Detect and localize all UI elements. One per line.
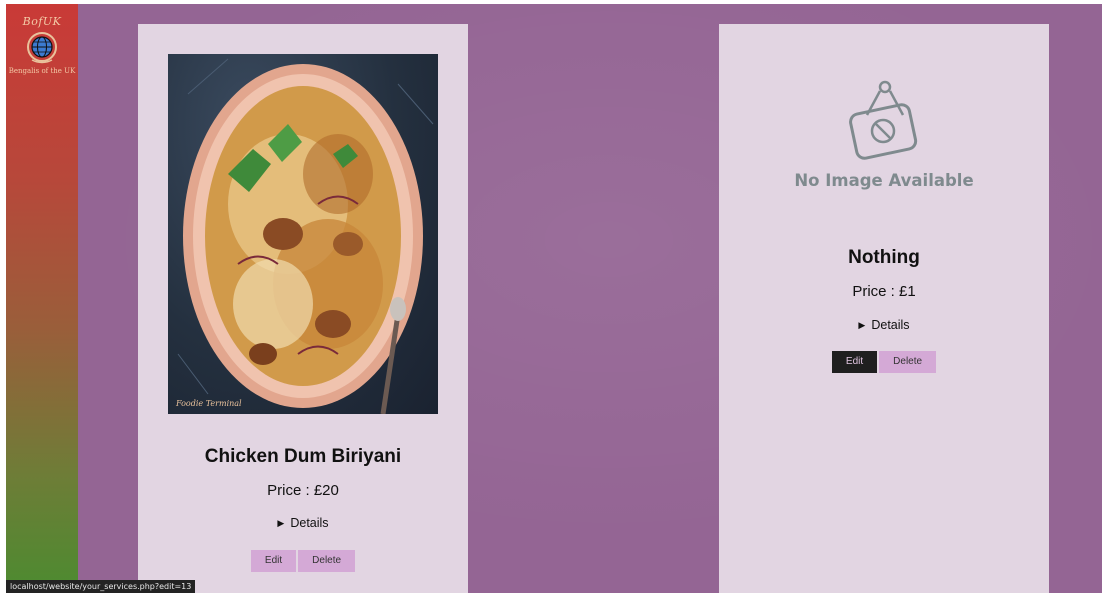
details-toggle[interactable]: ▶ Details <box>719 318 1049 332</box>
delete-button[interactable]: Delete <box>298 550 356 572</box>
service-title: Chicken Dum Biriyani <box>204 446 402 467</box>
biryani-image <box>177 58 434 414</box>
service-price: Price : £20 <box>267 482 339 499</box>
edit-button[interactable]: Edit <box>250 550 297 572</box>
logo-title: BofUK <box>22 15 62 28</box>
triangle-right-icon: ▶ <box>858 320 866 330</box>
globe-icon <box>27 32 57 64</box>
details-label: Details <box>871 318 910 332</box>
action-buttons: Edit Delete <box>138 550 468 572</box>
sidebar: BofUK Bengalis of the UK <box>6 4 78 593</box>
service-image: Foodie Terminal <box>168 54 438 414</box>
logo-subtitle: Bengalis of the UK <box>8 67 76 75</box>
delete-button[interactable]: Delete <box>879 351 937 373</box>
service-card: No Image Available Nothing Price : £1 ▶ D… <box>719 24 1049 593</box>
logo[interactable]: BofUK Bengalis of the UK <box>6 4 78 84</box>
triangle-right-icon: ▶ <box>277 518 285 528</box>
details-label: Details <box>290 516 329 530</box>
edit-button[interactable]: Edit <box>831 351 878 373</box>
status-bar-url: localhost/website/your_services.php?edit… <box>6 580 196 593</box>
service-title: Nothing <box>848 247 920 268</box>
service-price: Price : £1 <box>852 283 916 300</box>
details-toggle[interactable]: ▶ Details <box>138 516 468 530</box>
page-frame: BofUK Bengalis of the UK Foodie Terminal… <box>6 4 1102 593</box>
action-buttons: Edit Delete <box>719 351 1049 373</box>
image-watermark: Foodie Terminal <box>176 399 242 408</box>
no-image-text: No Image Available <box>794 171 974 190</box>
service-card: Foodie Terminal Chicken Dum Biriyani Pri… <box>138 24 468 593</box>
